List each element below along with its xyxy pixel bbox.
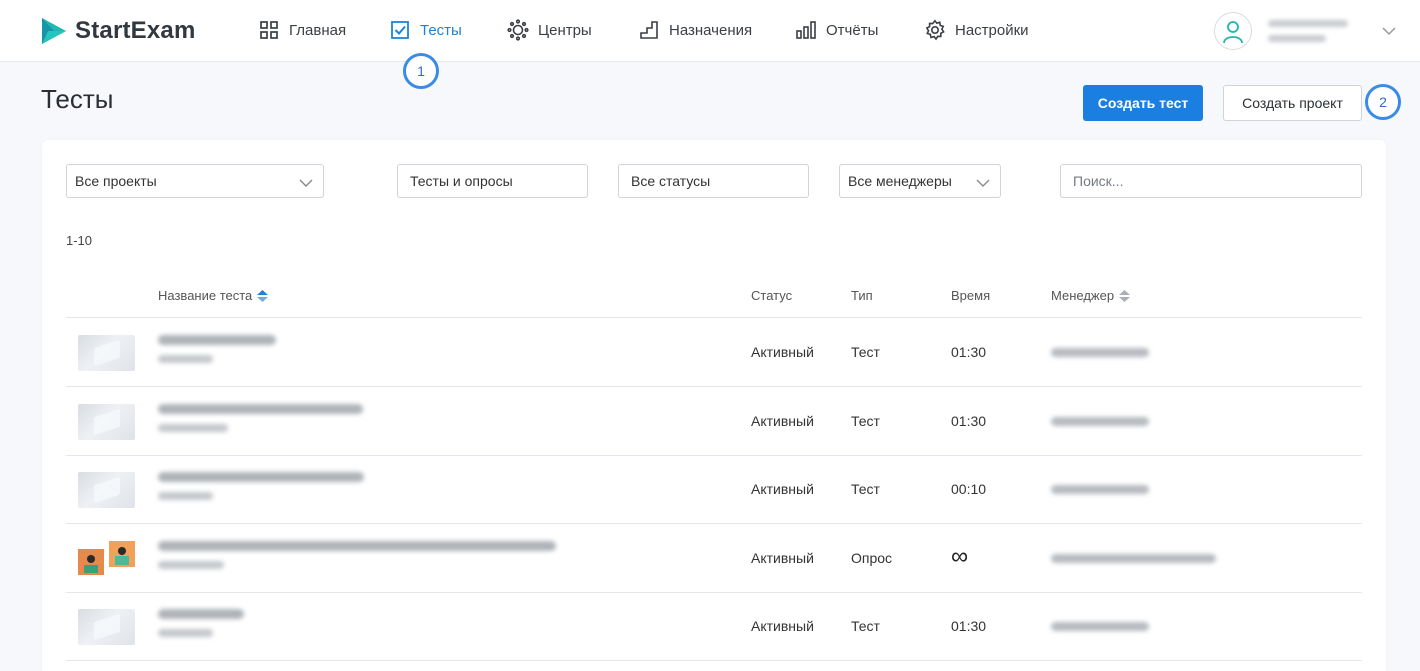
row-type: Тест xyxy=(851,344,880,360)
row-time: 01:30 xyxy=(951,413,987,429)
nav-item-label: Настройки xyxy=(955,21,1029,39)
nav-item-label: Тесты xyxy=(420,21,462,39)
row-type: Тест xyxy=(851,618,880,634)
nav-item-centers[interactable]: Центры xyxy=(507,18,592,42)
row-manager-redacted xyxy=(1051,348,1149,357)
nav-item-label: Главная xyxy=(289,21,347,39)
sun-icon xyxy=(507,19,529,41)
avatar xyxy=(1214,12,1252,50)
create-project-button[interactable]: Создать проект xyxy=(1223,85,1362,121)
search-input[interactable]: Поиск... xyxy=(1060,164,1362,198)
column-header-type: Тип xyxy=(851,288,873,303)
test-thumbnail xyxy=(78,335,135,371)
type-filter-value: Тесты и опросы xyxy=(410,173,513,189)
row-manager-redacted xyxy=(1051,554,1216,563)
column-header-label: Время xyxy=(951,288,991,303)
user-menu[interactable] xyxy=(1214,12,1396,50)
stairs-icon xyxy=(638,19,660,41)
column-header-label: Статус xyxy=(751,288,793,303)
manager-filter-select[interactable]: Все менеджеры xyxy=(839,164,1001,198)
status-filter-select[interactable]: Все статусы xyxy=(618,164,809,198)
nav-item-label: Назначения xyxy=(669,21,753,39)
nav-item-tests[interactable]: Тесты xyxy=(389,18,462,42)
row-time: 01:30 xyxy=(951,344,987,360)
table-row[interactable]: Активный Тест 01:30 xyxy=(66,593,1362,661)
column-header-manager[interactable]: Менеджер xyxy=(1051,288,1131,303)
bar-chart-icon xyxy=(795,19,817,41)
projects-filter-value: Все проекты xyxy=(75,173,157,189)
create-test-button[interactable]: Создать тест xyxy=(1083,85,1203,121)
nav-item-label: Центры xyxy=(538,21,592,39)
nav-item-reports[interactable]: Отчёты xyxy=(795,18,878,42)
row-manager-redacted xyxy=(1051,622,1149,631)
row-manager-redacted xyxy=(1051,485,1149,494)
chevron-down-icon xyxy=(1382,23,1396,41)
row-status: Активный xyxy=(751,618,814,634)
user-icon xyxy=(1223,21,1243,44)
tests-card: Все проекты Тесты и опросы Все статусы В… xyxy=(42,140,1386,671)
projects-filter-select[interactable]: Все проекты xyxy=(66,164,324,198)
status-filter-value: Все статусы xyxy=(631,173,711,189)
grid-icon xyxy=(258,19,280,41)
column-header-label: Название теста xyxy=(158,288,253,303)
startexam-logo[interactable]: StartExam xyxy=(40,15,196,47)
nav-item-label: Отчёты xyxy=(826,21,879,39)
row-type: Тест xyxy=(851,481,880,497)
sort-icon xyxy=(257,289,269,302)
row-status: Активный xyxy=(751,481,814,497)
column-header-name[interactable]: Название теста xyxy=(158,288,269,303)
logo-text: StartExam xyxy=(75,17,196,44)
column-header-label: Тип xyxy=(851,288,873,303)
page-title: Тесты xyxy=(41,84,114,114)
row-time: 00:10 xyxy=(951,481,987,497)
table-row[interactable]: Активный Тест 01:30 xyxy=(66,388,1362,456)
callout-badge-1: 1 xyxy=(403,53,439,89)
survey-thumbnail-image xyxy=(78,541,135,575)
test-title-redacted[interactable] xyxy=(158,335,276,363)
row-type: Тест xyxy=(851,413,880,429)
pagination-range: 1-10 xyxy=(66,233,93,248)
row-status: Активный xyxy=(751,344,814,360)
chevron-down-icon xyxy=(299,175,313,191)
table-header: Название теста Статус Тип Время Менеджер xyxy=(66,280,1362,318)
nav-item-settings[interactable]: Настройки xyxy=(924,18,1029,42)
test-thumbnail xyxy=(78,472,135,508)
test-title-redacted[interactable] xyxy=(158,472,364,500)
checkbox-icon xyxy=(389,19,411,41)
search-placeholder: Поиск... xyxy=(1073,173,1124,189)
column-header-time: Время xyxy=(951,288,990,303)
test-title-redacted[interactable] xyxy=(158,609,244,637)
row-manager-redacted xyxy=(1051,417,1149,426)
column-header-label: Менеджер xyxy=(1051,288,1115,303)
chevron-down-icon xyxy=(976,175,990,191)
table-row[interactable]: Активный Тест 00:10 xyxy=(66,456,1362,524)
gear-icon xyxy=(924,19,946,41)
row-status: Активный xyxy=(751,550,814,566)
column-header-status: Статус xyxy=(751,288,792,303)
test-title-redacted[interactable] xyxy=(158,404,363,432)
row-time-infinite: ∞ xyxy=(951,543,969,570)
row-status: Активный xyxy=(751,413,814,429)
table-row[interactable]: Активный Тест 01:30 xyxy=(66,319,1362,387)
test-thumbnail xyxy=(78,609,135,645)
test-title-redacted[interactable] xyxy=(158,541,556,569)
nav-item-assignments[interactable]: Назначения xyxy=(638,18,752,42)
row-time: 01:30 xyxy=(951,618,987,634)
type-filter-select[interactable]: Тесты и опросы xyxy=(397,164,588,198)
test-thumbnail xyxy=(78,404,135,440)
row-type: Опрос xyxy=(851,550,893,566)
sort-icon xyxy=(1119,289,1131,302)
manager-filter-value: Все менеджеры xyxy=(848,173,952,189)
nav-item-home[interactable]: Главная xyxy=(258,18,346,42)
user-name-redacted xyxy=(1268,20,1350,42)
table-row[interactable]: Активный Опрос ∞ xyxy=(66,525,1362,593)
callout-badge-2: 2 xyxy=(1365,84,1401,120)
top-navigation-bar: StartExam Главная Тесты Центры Назначени… xyxy=(0,0,1420,62)
logo-icon xyxy=(42,18,66,44)
